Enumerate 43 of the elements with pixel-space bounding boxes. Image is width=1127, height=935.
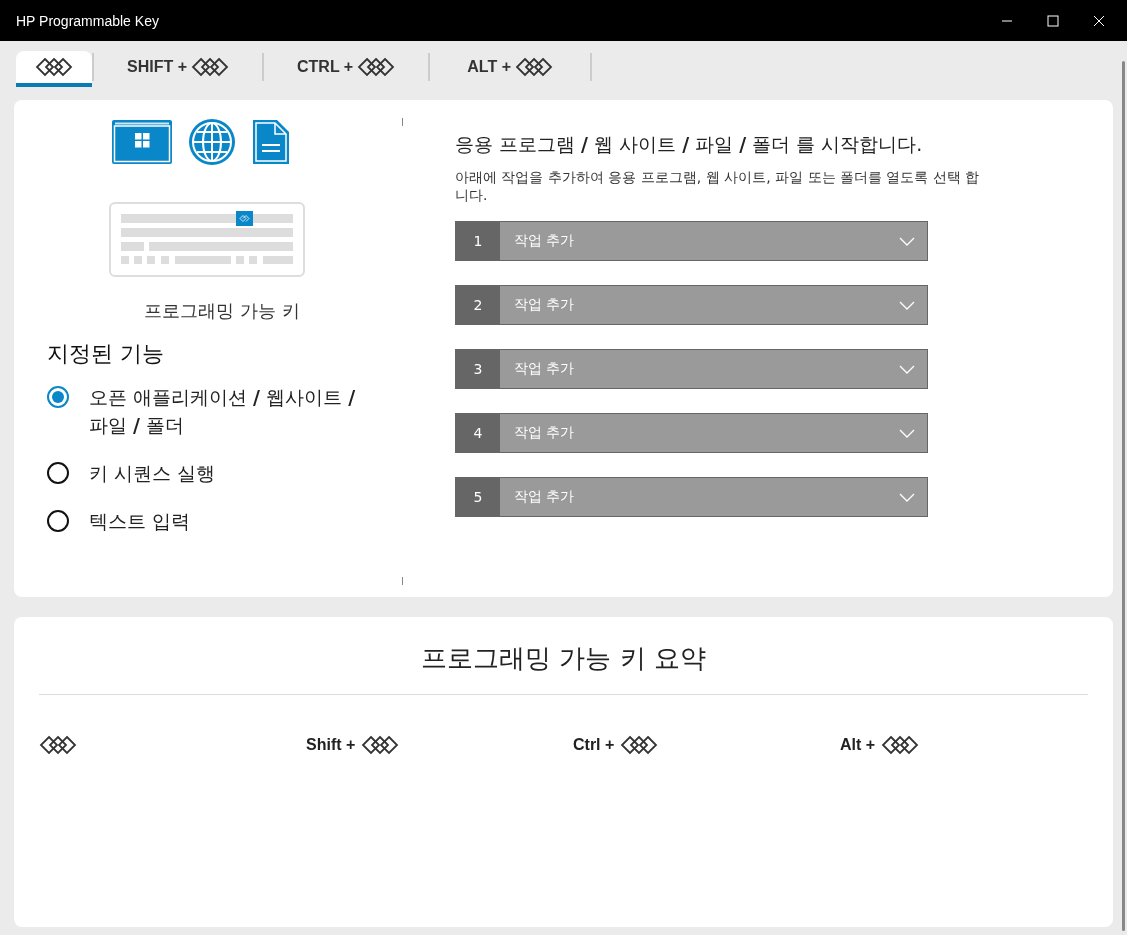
key-symbol-icon [620,735,659,755]
action-number: 4 [456,414,500,452]
tab[interactable]: ALT + [430,50,591,87]
option-label[interactable]: 텍스트 입력 [89,507,369,535]
section-heading: 응용 프로그램 / 웹 사이트 / 파일 / 폴더 를 시작합니다. [455,132,924,157]
tab[interactable]: CTRL + [264,50,429,87]
app-window-icon [111,119,173,165]
close-icon[interactable] [1093,14,1105,27]
action-number: 2 [456,286,500,324]
section-heading: 지정된 기능 [47,340,165,368]
modifier-label: Ctrl + [573,736,615,754]
globe-icon [188,118,236,166]
scrollbar[interactable] [1122,61,1125,931]
key-symbol-icon [881,735,920,755]
chevron-down-icon [899,492,915,502]
option-label[interactable]: 키 시퀀스 실행 [89,459,369,487]
window-title: HP Programmable Key [16,12,159,29]
summary-title: 프로그래밍 가능 키 요약 [420,642,707,675]
key-symbol-icon [361,735,400,755]
key-symbol-icon [35,56,73,77]
action-number: 1 [456,222,500,260]
key-caption: 프로그래밍 가능 키 [143,299,301,323]
radio-button[interactable] [47,462,69,484]
tab[interactable]: SHIFT + [94,50,262,87]
key-symbol-icon [515,56,553,77]
description-text: 아래에 작업을 추가하여 응용 프로그램, 웹 사이트, 파일 또는 폴더를 열도록 선택 합니다. [455,168,981,204]
action-number: 5 [456,478,500,516]
modifier-label: Alt + [840,736,876,754]
key-symbol-icon [39,735,77,755]
action-number: 3 [456,350,500,388]
modifier-label: Shift + [306,736,356,754]
chevron-down-icon [899,300,915,310]
chevron-down-icon [899,428,915,438]
chevron-down-icon [899,364,915,374]
radio-button[interactable] [47,386,69,408]
document-icon [251,118,291,166]
key-symbol-icon [191,56,229,77]
maximize-icon[interactable] [1047,14,1059,27]
radio-button[interactable] [47,510,69,532]
chevron-down-icon [899,236,915,246]
option-label[interactable]: 오픈 애플리케이션 / 웹사이트 / 파일 / 폴더 [89,383,369,439]
tab[interactable] [16,50,92,87]
key-symbol-icon [357,56,396,77]
